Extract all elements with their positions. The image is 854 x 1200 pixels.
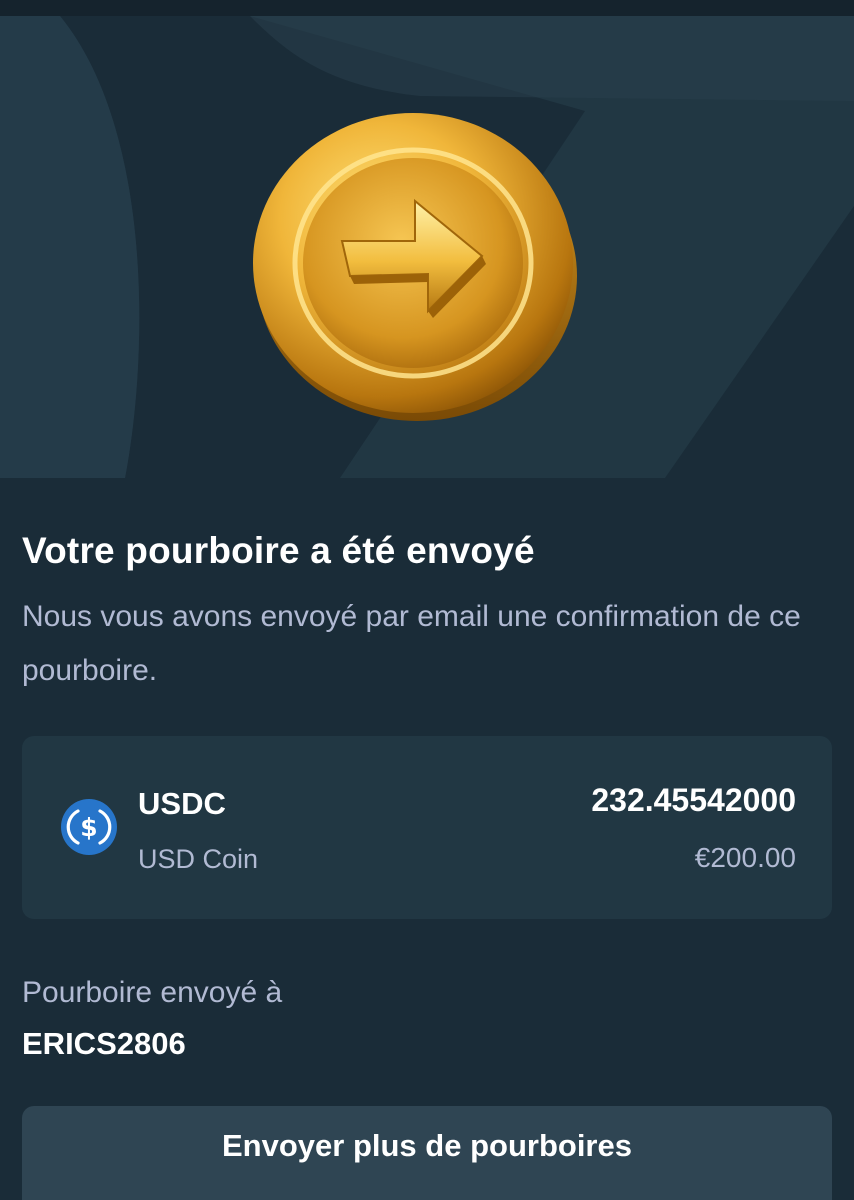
usdc-icon: $ (61, 799, 117, 855)
send-more-tips-button[interactable]: Envoyer plus de pourboires (22, 1106, 832, 1200)
crypto-amount: 232.45542000 (591, 782, 796, 818)
top-strip (0, 0, 854, 16)
currency-summary-card: $ USDC USD Coin 232.45542000 €200.00 (22, 736, 832, 919)
currency-name: USD Coin (138, 844, 259, 874)
gold-coin-arrow-icon (253, 113, 577, 421)
currency-symbol: USDC (138, 786, 226, 821)
recipient-username: ERICS2806 (22, 1026, 186, 1061)
fiat-value: €200.00 (694, 842, 796, 873)
send-more-tips-label: Envoyer plus de pourboires (222, 1128, 632, 1163)
recipient-label: Pourboire envoyé à (22, 976, 283, 1009)
tip-confirmation-screen: Votre pourboire a été envoyé Nous vous a… (0, 0, 854, 1200)
hero-banner (0, 16, 854, 478)
confirmation-title: Votre pourboire a été envoyé (22, 530, 535, 571)
confirmation-subtitle: Nous vous avons envoyé par email une con… (22, 600, 801, 687)
svg-text:$: $ (80, 813, 97, 842)
